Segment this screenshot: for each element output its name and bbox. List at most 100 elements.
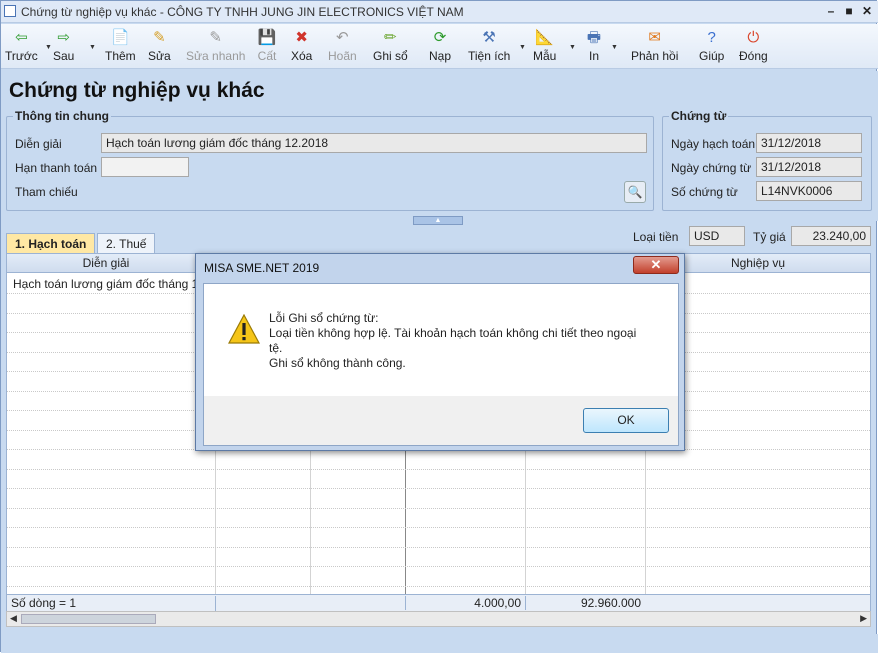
description-input[interactable]: Hạch toán lương giám đốc tháng 12.2018	[101, 133, 647, 153]
column-header-description[interactable]: Diễn giải	[7, 254, 205, 273]
maximize-button[interactable]: ■	[841, 4, 857, 18]
dropdown-caret-icon[interactable]: ▼	[45, 44, 52, 51]
grid-row-line	[7, 547, 870, 548]
warning-icon	[228, 314, 260, 344]
save-icon: 💾	[257, 29, 277, 46]
due-date-input[interactable]	[101, 157, 189, 177]
toolbar-button-label: Cất	[257, 49, 277, 63]
toolbar-button-label: Tiện ích	[468, 49, 511, 63]
toolbar-button-arrow-right[interactable]: ⇨ Sau	[53, 26, 74, 68]
dialog-close-button[interactable]: ✕	[633, 256, 679, 274]
scroll-right-icon[interactable]: ▶	[860, 613, 867, 624]
delete-icon: ✖	[295, 29, 308, 46]
tab-accounting[interactable]: 1. Hạch toán	[6, 233, 96, 253]
toolbar-button-delete[interactable]: ✖ Xóa	[291, 26, 312, 68]
window-title: Chứng từ nghiệp vụ khác - CÔNG TY TNHH J…	[21, 5, 464, 19]
dialog-footer: OK	[204, 396, 678, 445]
error-dialog: MISA SME.NET 2019 ✕ Lỗi Ghi sổ chứng từ:…	[195, 253, 685, 451]
toolbar-button-save[interactable]: 💾 Cất	[257, 26, 277, 68]
toolbar-button-label: Thêm	[105, 49, 136, 63]
toolbar-button-tools[interactable]: ⚒ Tiện ích	[468, 26, 510, 68]
help-icon: ?	[707, 29, 716, 46]
scroll-left-icon[interactable]: ◀	[10, 613, 17, 624]
dropdown-caret-icon[interactable]: ▼	[89, 44, 96, 51]
message-line: Ghi sổ không thành công.	[269, 356, 406, 370]
tools-icon: ⚒	[482, 29, 496, 46]
grid-row-line	[7, 566, 870, 567]
toolbar-button-template[interactable]: 📐 Mẫu	[533, 26, 556, 68]
description-label: Diễn giải	[15, 137, 62, 151]
toolbar-button-power-close[interactable]: ⏻ Đóng	[739, 26, 768, 68]
toolbar-button-quick-edit[interactable]: ✎ Sửa nhanh	[186, 26, 245, 68]
tab-tax[interactable]: 2. Thuế	[97, 233, 156, 253]
edit-icon: ✎	[153, 29, 166, 46]
dialog-body: Lỗi Ghi sổ chứng từ: Loại tiền không hợp…	[203, 283, 679, 446]
feedback-mail-icon: ✉	[648, 29, 661, 46]
toolbar-button-label: Sau	[53, 49, 75, 63]
arrow-right-icon: ⇨	[57, 29, 70, 46]
toolbar-button-label: Nạp	[429, 49, 452, 63]
currency-select[interactable]: USD	[689, 226, 745, 246]
print-icon: 🖶	[586, 29, 602, 46]
ok-button[interactable]: OK	[583, 408, 669, 433]
toolbar: ⇦ Trước ▼ ⇨ Sau ▼ 📄 Thêm ✎ Sửa ✎ Sửa nhanh 💾 Cất ✖ Xóa ↶…	[1, 24, 878, 69]
voucher-date-input[interactable]: 31/12/2018	[756, 157, 862, 177]
row-description: Hạch toán lương giám đốc tháng 12.20	[13, 277, 222, 291]
template-icon: 📐	[535, 29, 555, 46]
due-date-label: Hạn thanh toán	[15, 161, 98, 175]
tab-tax-label: 2. Thuế	[106, 237, 147, 251]
exchange-rate-label: Tỷ giá	[753, 230, 786, 244]
table-row[interactable]: Hạch toán lương giám đốc tháng 12.20	[13, 277, 222, 291]
voucher-date-label: Ngày chứng từ	[671, 161, 752, 175]
currency-label: Loại tiền	[633, 230, 679, 244]
dropdown-caret-icon[interactable]: ▼	[519, 44, 526, 51]
add-document-icon: 📄	[111, 29, 130, 46]
quick-edit-icon: ✎	[209, 29, 222, 46]
page-title: Chứng từ nghiệp vụ khác	[9, 79, 265, 102]
app-icon	[4, 5, 16, 17]
toolbar-button-add-document[interactable]: 📄 Thêm	[105, 26, 136, 68]
dropdown-caret-icon[interactable]: ▼	[569, 44, 576, 51]
toolbar-button-reload[interactable]: ⟳ Nạp	[429, 26, 451, 68]
toolbar-button-label: Xóa	[291, 49, 313, 63]
toolbar-button-help[interactable]: ? Giúp	[699, 26, 724, 68]
title-bar: Chứng từ nghiệp vụ khác - CÔNG TY TNHH J…	[1, 1, 878, 23]
search-icon: 🔍	[627, 185, 643, 199]
toolbar-button-label: Giúp	[699, 49, 725, 63]
voucher-no-label: Số chứng từ	[671, 185, 738, 199]
toolbar-button-print[interactable]: 🖶 In	[584, 26, 604, 68]
toolbar-button-label: Trước	[5, 49, 38, 63]
grid-row-line	[7, 527, 870, 528]
power-close-icon: ⏻	[747, 29, 760, 46]
grid-row-line	[7, 586, 870, 587]
collapse-header-button[interactable]: ▲	[413, 216, 463, 225]
toolbar-button-label: Hoãn	[328, 49, 357, 63]
total-amount: 4.000,00	[405, 596, 523, 610]
toolbar-button-undo[interactable]: ↶ Hoãn	[328, 26, 357, 68]
close-button[interactable]: ✕	[859, 4, 875, 18]
toolbar-button-label: Sửa nhanh	[186, 49, 246, 63]
dialog-message: Lỗi Ghi sổ chứng từ: Loại tiền không hợp…	[269, 311, 649, 371]
reference-search-button[interactable]: 🔍	[624, 181, 646, 203]
horizontal-scrollbar[interactable]: ◀ ▶	[6, 611, 871, 627]
grid-footer: Số dòng = 1 4.000,00 92.960.000	[7, 594, 870, 611]
toolbar-button-arrow-left[interactable]: ⇦ Trước	[5, 26, 38, 68]
voucher-group-title: Chứng từ	[669, 109, 729, 123]
grid-row-line	[7, 488, 870, 489]
toolbar-button-edit[interactable]: ✎ Sửa	[148, 26, 171, 68]
post-pen-icon: ✏	[384, 29, 397, 46]
scroll-thumb[interactable]	[21, 614, 156, 624]
posting-date-label: Ngày hạch toán	[671, 137, 756, 151]
grid-row-line	[7, 469, 870, 470]
row-count: Số dòng = 1	[11, 596, 77, 610]
toolbar-button-post-pen[interactable]: ✏ Ghi sổ	[373, 26, 408, 68]
voucher-no-input[interactable]: L14NVK0006	[756, 181, 862, 201]
message-line: Loại tiền không hợp lệ. Tài khoản hạch t…	[269, 326, 637, 355]
toolbar-button-feedback-mail[interactable]: ✉ Phản hồi	[631, 26, 678, 68]
dropdown-caret-icon[interactable]: ▼	[611, 44, 618, 51]
posting-date-input[interactable]: 31/12/2018	[756, 133, 862, 153]
toolbar-button-label: Mẫu	[533, 49, 557, 63]
minimize-button[interactable]: –	[823, 4, 839, 18]
exchange-rate-input[interactable]: 23.240,00	[791, 226, 871, 246]
reference-label: Tham chiếu	[15, 185, 78, 199]
